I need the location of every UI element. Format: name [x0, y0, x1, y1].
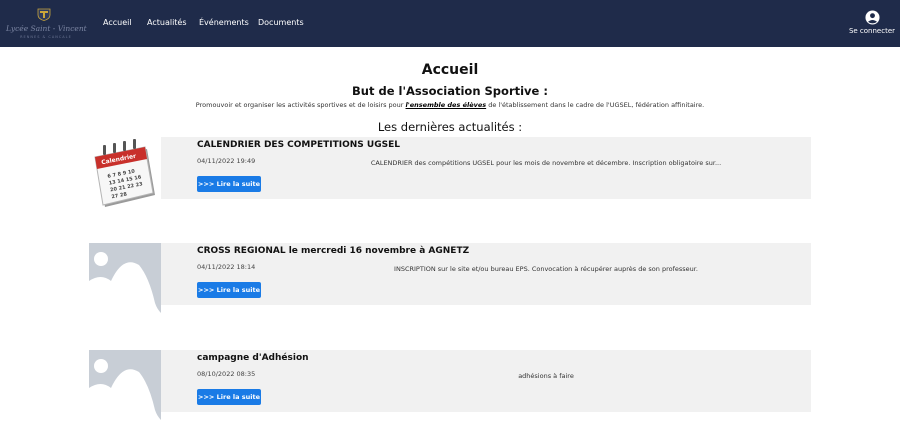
read-more-button[interactable]: >>> Lire la suite — [197, 282, 261, 298]
image-placeholder-icon — [89, 243, 161, 315]
read-more-button[interactable]: >>> Lire la suite — [197, 176, 261, 192]
goal-text-after: de l'établissement dans le cadre de l'UG… — [486, 101, 705, 109]
brand-name: Lycée Saint - Vincent — [6, 24, 87, 33]
nav-item-accueil[interactable]: Accueil — [103, 18, 132, 27]
news-card-body: CROSS REGIONAL le mercredi 16 novembre à… — [161, 243, 811, 305]
user-account-icon — [864, 10, 880, 25]
login-button[interactable]: Se connecter — [849, 10, 895, 40]
news-excerpt: adhésions à faire — [518, 372, 574, 380]
goal-text-before: Promouvoir et organiser les activités sp… — [195, 101, 406, 109]
goal-text-emphasis: l'ensemble des élèves — [405, 101, 487, 109]
news-card-body: campagne d'Adhésion 08/10/2022 08:35 adh… — [161, 350, 811, 412]
nav-item-documents[interactable]: Documents — [258, 18, 304, 27]
news-title[interactable]: CALENDRIER DES COMPETITIONS UGSEL — [197, 140, 400, 150]
page-title: Accueil — [421, 62, 479, 78]
read-more-button[interactable]: >>> Lire la suite — [197, 389, 261, 405]
news-date: 04/11/2022 18:14 — [197, 263, 256, 271]
news-date: 04/11/2022 19:49 — [197, 157, 256, 165]
crest-icon — [37, 8, 51, 21]
news-card: campagne d'Adhésion 08/10/2022 08:35 adh… — [89, 350, 811, 422]
nav-item-actualites[interactable]: Actualités — [147, 18, 187, 27]
news-card: Calendrier 6 7 8 9 10 13 14 15 16 20 21 … — [89, 137, 811, 209]
news-excerpt: CALENDRIER des compétitions UGSEL pour l… — [370, 159, 722, 167]
goal-text: Promouvoir et organiser les activités sp… — [0, 101, 900, 109]
calendar-icon: Calendrier 6 7 8 9 10 13 14 15 16 20 21 … — [94, 139, 155, 207]
top-navbar: Lycée Saint - Vincent RENNES & CANCALE A… — [0, 0, 900, 47]
news-card-body: CALENDRIER DES COMPETITIONS UGSEL 04/11/… — [161, 137, 811, 199]
school-logo[interactable]: Lycée Saint - Vincent RENNES & CANCALE — [6, 6, 87, 42]
nav-item-evenements[interactable]: Événements — [199, 18, 249, 27]
news-title[interactable]: CROSS REGIONAL le mercredi 16 novembre à… — [197, 246, 469, 256]
news-excerpt: INSCRIPTION sur le site et/ou bureau EPS… — [394, 265, 698, 273]
login-label: Se connecter — [848, 27, 896, 35]
goal-title: But de l'Association Sportive : — [352, 84, 548, 98]
news-date: 08/10/2022 08:35 — [197, 370, 256, 378]
image-placeholder-icon — [89, 350, 161, 422]
news-title[interactable]: campagne d'Adhésion — [197, 353, 309, 363]
news-heading: Les dernières actualités : — [377, 120, 523, 134]
news-card: CROSS REGIONAL le mercredi 16 novembre à… — [89, 243, 811, 315]
brand-tagline: RENNES & CANCALE — [20, 35, 72, 39]
